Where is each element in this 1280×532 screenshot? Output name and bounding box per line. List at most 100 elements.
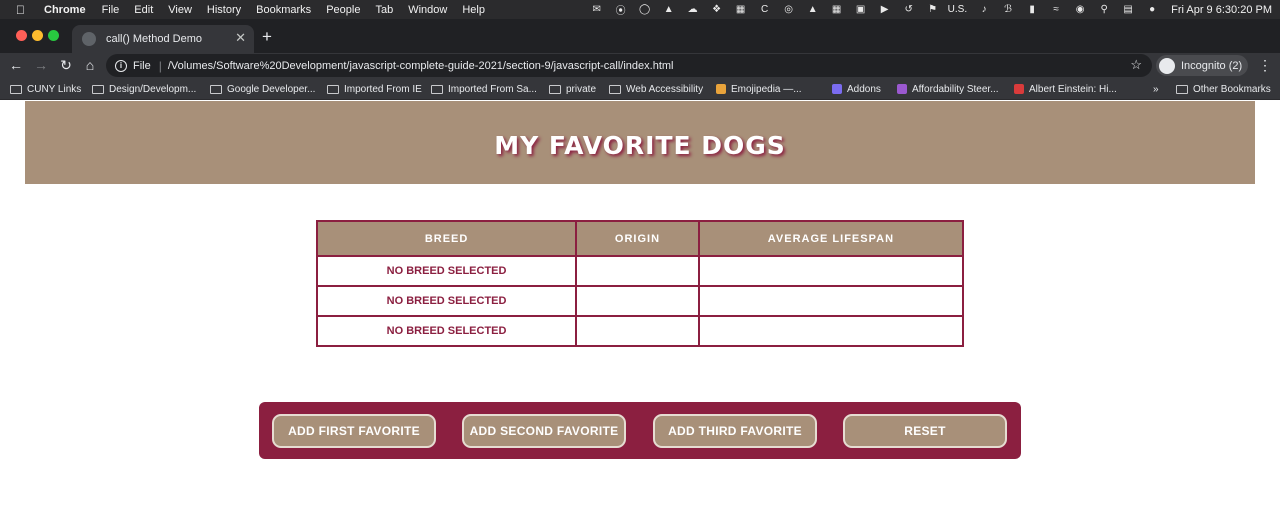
address-bar[interactable]: i File | /Volumes/Software%20Development… <box>106 54 1152 77</box>
bookmark-item[interactable]: Web Accessibility <box>609 82 703 96</box>
browser-tab-strip: call() Method Demo ✕ + <box>0 19 1280 53</box>
forward-arrow-icon[interactable]: → <box>33 57 49 73</box>
bookmark-label: Design/Developm... <box>109 83 197 95</box>
control-center-icon[interactable]: ▤ <box>1121 4 1135 16</box>
favorites-table: BREED ORIGIN AVERAGE LIFESPAN NO BREED S… <box>315 220 965 347</box>
origin-cell <box>575 255 700 287</box>
bookmark-item[interactable]: CUNY Links <box>10 82 81 96</box>
search-icon[interactable]: ⚲ <box>1097 4 1111 16</box>
table-row: NO BREED SELECTED <box>315 255 965 287</box>
table-header-row: BREED ORIGIN AVERAGE LIFESPAN <box>315 220 965 257</box>
bookmark-label: Emojipedia —... <box>731 83 802 95</box>
back-arrow-icon[interactable]: ← <box>8 57 24 73</box>
close-window-icon[interactable] <box>16 30 27 41</box>
fullscreen-window-icon[interactable] <box>48 30 59 41</box>
bookmark-label: Google Developer... <box>227 83 316 95</box>
upload-icon[interactable]: ▣ <box>854 4 868 16</box>
origin-cell <box>575 315 700 347</box>
c-app-icon[interactable]: C <box>758 4 772 16</box>
incognito-icon <box>1159 57 1175 74</box>
time-machine-icon[interactable]: ↺ <box>902 4 916 16</box>
battery-icon[interactable]: ▮ <box>1025 4 1039 16</box>
menu-edit[interactable]: Edit <box>134 4 153 16</box>
url-scheme-label: File <box>133 59 151 72</box>
menu-bookmarks[interactable]: Bookmarks <box>256 4 311 16</box>
bookmark-item[interactable]: Affordability Steer... <box>897 82 999 96</box>
more-menu-icon[interactable]: ⋮ <box>1258 57 1272 73</box>
input-source-label[interactable]: U.S. <box>948 4 967 15</box>
dropbox-icon[interactable]: ❖ <box>710 4 724 16</box>
emojipedia-icon <box>716 84 726 94</box>
menu-history[interactable]: History <box>207 4 241 16</box>
bookmark-item[interactable]: Imported From IE <box>327 82 422 96</box>
minimize-window-icon[interactable] <box>32 30 43 41</box>
flag-icon[interactable]: ⚑ <box>926 4 940 16</box>
grid-icon[interactable]: ▦ <box>830 4 844 16</box>
page-content: MY FAVORITE DOGS BREED ORIGIN AVERAGE LI… <box>0 101 1280 532</box>
incognito-profile-button[interactable]: Incognito (2) <box>1156 55 1248 76</box>
menu-file[interactable]: File <box>102 4 120 16</box>
menu-view[interactable]: View <box>168 4 192 16</box>
headphones-icon[interactable]: ♪ <box>977 4 991 16</box>
info-icon[interactable]: i <box>115 59 127 72</box>
addons-icon <box>832 84 842 94</box>
flame-icon[interactable]: ▲ <box>806 4 820 16</box>
other-bookmarks[interactable]: Other Bookmarks <box>1176 82 1271 96</box>
mail-icon[interactable]: ✉ <box>590 4 604 16</box>
other-bookmarks-label: Other Bookmarks <box>1193 83 1271 95</box>
affordability-icon <box>897 84 907 94</box>
add-third-favorite-button[interactable]: ADD THIRD FAVORITE <box>653 414 817 448</box>
lifespan-cell <box>697 285 965 317</box>
bookmark-item[interactable]: Emojipedia —... <box>716 82 802 96</box>
menu-window[interactable]: Window <box>408 4 447 16</box>
menu-clock[interactable]: Fri Apr 9 6:30:20 PM <box>1171 4 1272 16</box>
bookmark-label: Imported From Sa... <box>448 83 537 95</box>
cloud-icon[interactable]: ☁ <box>686 4 700 16</box>
folder-icon <box>327 84 339 94</box>
home-icon[interactable]: ⌂ <box>82 57 98 73</box>
origin-cell <box>575 285 700 317</box>
menu-help[interactable]: Help <box>462 4 485 16</box>
menu-app-name[interactable]: Chrome <box>44 4 86 16</box>
bookmark-star-icon[interactable]: ☆ <box>1130 58 1142 72</box>
breed-column-header: BREED <box>315 220 578 257</box>
apple-icon[interactable]:  <box>16 3 30 17</box>
bookmark-label: Imported From IE <box>344 83 422 95</box>
breed-cell: NO BREED SELECTED <box>315 285 578 317</box>
bookmark-item[interactable]: Albert Einstein: Hi... <box>1014 82 1117 96</box>
navigation-icon[interactable]: ▲ <box>662 4 676 16</box>
active-tab[interactable]: call() Method Demo ✕ <box>72 25 254 53</box>
folder-icon <box>431 84 443 94</box>
user-icon[interactable]: ◉ <box>1073 4 1087 16</box>
bookmark-item[interactable]: Imported From Sa... <box>431 82 537 96</box>
bookmark-item[interactable]: Google Developer... <box>210 82 315 96</box>
reload-icon[interactable]: ↻ <box>58 57 74 73</box>
creative-cloud-icon[interactable]: ◯ <box>638 4 652 16</box>
bookmarks-bar: CUNY Links Design/Developm... Google Dev… <box>0 78 1280 100</box>
origin-column-header: ORIGIN <box>575 220 700 257</box>
menu-tab[interactable]: Tab <box>375 4 393 16</box>
page-header: MY FAVORITE DOGS <box>25 101 1255 184</box>
globe-icon[interactable]: ◎ <box>782 4 796 16</box>
add-first-favorite-button[interactable]: ADD FIRST FAVORITE <box>272 414 436 448</box>
siri-icon[interactable]: ● <box>1145 4 1159 16</box>
reset-button[interactable]: RESET <box>843 414 1007 448</box>
tab-close-icon[interactable]: ✕ <box>235 31 246 45</box>
play-icon[interactable]: ▶ <box>878 4 892 16</box>
pdf-icon <box>1014 84 1024 94</box>
bluetooth-icon[interactable]: ℬ <box>1001 4 1015 16</box>
bookmark-item[interactable]: Addons <box>832 82 881 96</box>
wifi-icon[interactable]: ≈ <box>1049 4 1063 16</box>
bookmark-item[interactable]: private <box>549 82 596 96</box>
bookmark-item[interactable]: Design/Developm... <box>92 82 196 96</box>
url-text[interactable]: /Volumes/Software%20Development/javascri… <box>168 60 674 72</box>
calendar-icon[interactable]: ▦ <box>734 4 748 16</box>
add-second-favorite-button[interactable]: ADD SECOND FAVORITE <box>462 414 626 448</box>
extension-icon[interactable]: ⦿ <box>614 4 628 17</box>
new-tab-icon[interactable]: + <box>262 28 272 45</box>
more-bookmarks-chevron[interactable]: » <box>1153 82 1159 96</box>
menu-people[interactable]: People <box>326 4 360 16</box>
tab-title: call() Method Demo <box>106 33 202 45</box>
button-panel: ADD FIRST FAVORITE ADD SECOND FAVORITE A… <box>259 402 1021 459</box>
folder-icon <box>609 84 621 94</box>
